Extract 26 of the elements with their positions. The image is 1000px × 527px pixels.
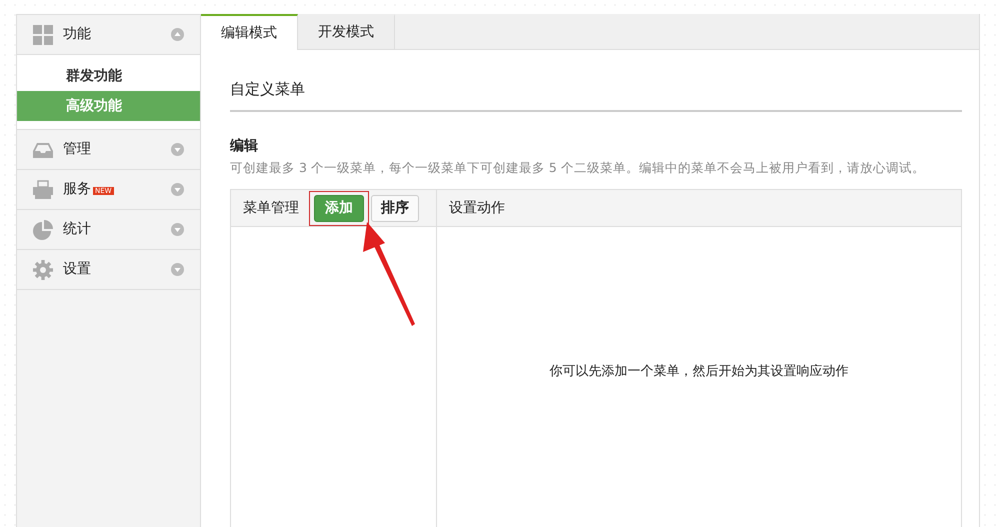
column-title: 菜单管理 (243, 198, 299, 218)
pie-chart-icon (33, 220, 53, 240)
settings-icon (33, 260, 53, 280)
sort-button[interactable]: 排序 (371, 194, 419, 222)
sidebar-group[interactable]: 统计 (17, 210, 200, 250)
sidebar-group[interactable]: 设置 (17, 250, 200, 290)
grid-icon (33, 24, 53, 44)
expand-icon[interactable] (171, 183, 184, 196)
sidebar-subitem[interactable]: 群发功能 (17, 61, 200, 91)
expand-icon[interactable] (171, 223, 184, 236)
sidebar-label: 设置 (63, 261, 91, 277)
expand-icon[interactable] (171, 263, 184, 276)
expand-icon[interactable] (171, 143, 184, 156)
section-title: 自定义菜单 (230, 50, 962, 112)
collapse-icon[interactable] (171, 28, 184, 41)
edit-hint: 可创建最多 3 个一级菜单，每个一级菜单下可创建最多 5 个二级菜单。编辑中的菜单不会马上被用户看到，请放心调试。 (230, 158, 926, 176)
sidebar-label: 功能 (63, 26, 91, 42)
printer-icon (33, 180, 53, 200)
sidebar-label: 统计 (63, 221, 91, 237)
sidebar-group[interactable]: 管理 (17, 130, 200, 170)
edit-heading: 编辑 (230, 136, 259, 156)
column-title: 设置动作 (449, 198, 505, 218)
sidebar-label: 管理 (63, 141, 91, 157)
sidebar-label: 服务 (63, 181, 91, 197)
empty-message: 你可以先添加一个菜单，然后开始为其设置响应动作 (550, 363, 848, 382)
tab[interactable]: 编辑模式 (201, 14, 298, 50)
